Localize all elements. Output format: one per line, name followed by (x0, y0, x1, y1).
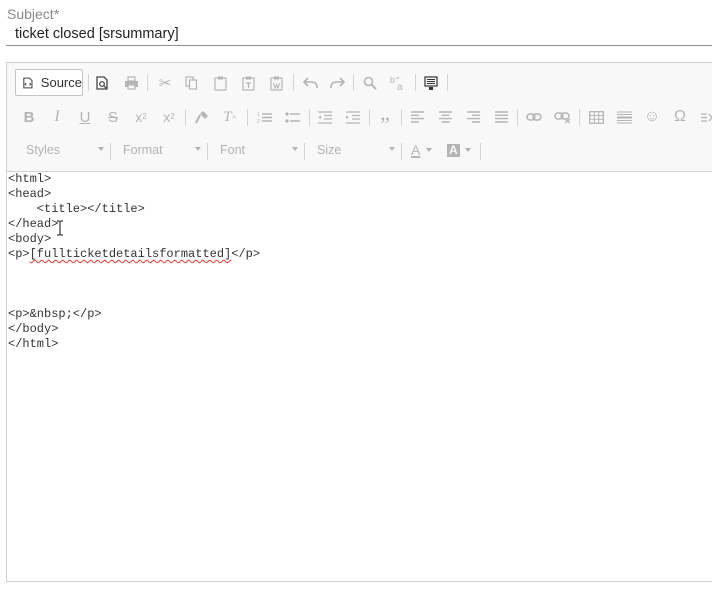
cut-icon[interactable]: ✂ (153, 72, 177, 94)
toolbar-separator (579, 109, 580, 126)
format-dropdown[interactable]: Format (123, 141, 201, 159)
svg-text:a: a (397, 82, 403, 91)
code-line: <p>&nbsp;</p> (8, 307, 102, 321)
redo-icon[interactable] (325, 72, 349, 94)
undo-icon[interactable] (298, 72, 322, 94)
toolbar-separator (207, 143, 208, 160)
numbered-list-icon[interactable]: 12 (252, 106, 276, 128)
toolbar-separator (447, 74, 448, 91)
code-token: </p> (231, 247, 261, 261)
placeholder-token: [fullticketdetailsformatted] (29, 247, 232, 261)
source-button-label: Source (40, 75, 82, 90)
chevron-down-icon (389, 147, 395, 151)
toolbar-separator (517, 109, 518, 126)
toolbar-separator (88, 74, 89, 91)
justify-icon[interactable] (489, 106, 513, 128)
font-dropdown-label: Font (220, 143, 246, 157)
text-color-button[interactable]: A (411, 139, 441, 161)
chevron-down-icon (98, 147, 104, 151)
underline-icon[interactable]: U (73, 106, 97, 128)
copy-format-icon[interactable] (190, 106, 214, 128)
blockquote-icon[interactable]: ” (373, 106, 397, 136)
code-line: <head> (8, 187, 52, 201)
source-code-area[interactable]: <html> <head> <title></title> </head> <b… (8, 172, 708, 578)
toolbar-separator (401, 109, 402, 126)
svg-text:1: 1 (257, 112, 260, 118)
subscript-icon[interactable]: x2 (129, 106, 153, 128)
toolbar-separator (110, 143, 111, 160)
align-right-icon[interactable] (461, 106, 485, 128)
bulleted-list-icon[interactable] (280, 106, 304, 128)
code-line: </head> (8, 217, 59, 231)
replace-icon[interactable]: ba (386, 72, 410, 94)
svg-text:b: b (390, 75, 395, 85)
chevron-down-icon (292, 147, 298, 151)
toolbar-separator (401, 143, 402, 160)
styles-dropdown[interactable]: Styles (26, 141, 104, 159)
print-icon[interactable] (119, 72, 143, 94)
background-color-icon: A (447, 142, 460, 157)
code-line-placeholder: <p>[fullticketdetailsformatted]</p> (8, 247, 260, 262)
code-line: <html> (8, 172, 52, 186)
rich-text-editor: Source ✂ b a B I U S x 2 x 2 T × 1 2 ” ☺… (6, 62, 712, 582)
text-color-icon: A (411, 142, 421, 158)
code-line: <title></title> (8, 202, 145, 216)
toolbar-separator (480, 143, 481, 160)
toolbar-separator (369, 109, 370, 126)
size-dropdown-label: Size (317, 143, 342, 157)
paste-icon[interactable] (208, 72, 232, 94)
code-line: </body> (8, 322, 59, 336)
source-button[interactable]: Source (15, 69, 83, 96)
copy-icon[interactable] (179, 72, 203, 94)
special-char-icon[interactable]: Ω (668, 106, 692, 128)
remove-format-icon[interactable]: T × (218, 106, 242, 128)
align-left-icon[interactable] (405, 106, 429, 128)
toolbar-separator (309, 109, 310, 126)
align-center-icon[interactable] (433, 106, 457, 128)
code-line: </html> (8, 337, 59, 351)
link-icon[interactable] (522, 106, 546, 128)
smiley-icon[interactable]: ☺ (640, 106, 664, 128)
show-blocks-icon[interactable] (419, 72, 443, 94)
styles-dropdown-label: Styles (26, 143, 61, 157)
source-icon (23, 77, 33, 88)
superscript-icon[interactable]: x2 (157, 106, 181, 128)
background-color-button[interactable]: A (447, 139, 477, 161)
toolbar-separator (293, 74, 294, 91)
format-dropdown-label: Format (123, 143, 163, 157)
paste-word-icon[interactable] (264, 72, 288, 94)
code-token: <p> (8, 247, 30, 261)
increase-indent-icon[interactable] (340, 106, 364, 128)
decrease-indent-icon[interactable] (312, 106, 336, 128)
bold-icon[interactable]: B (17, 106, 41, 128)
unlink-icon[interactable] (550, 106, 574, 128)
subject-input[interactable] (6, 22, 712, 46)
strikethrough-icon[interactable]: S (101, 106, 125, 128)
toolbar-separator (415, 74, 416, 91)
italic-icon[interactable]: I (45, 106, 69, 128)
text-cursor-icon (57, 220, 63, 236)
toolbar-separator (185, 109, 186, 126)
code-line: <body> (8, 232, 52, 246)
toolbar-separator (353, 74, 354, 91)
paste-text-icon[interactable] (236, 72, 260, 94)
svg-text:2: 2 (257, 119, 260, 124)
size-dropdown[interactable]: Size (317, 141, 395, 159)
page-break-icon[interactable] (696, 106, 712, 128)
toolbar-separator (304, 143, 305, 160)
chevron-down-icon (464, 148, 471, 152)
subject-label: Subject* (7, 6, 60, 22)
preview-icon[interactable] (91, 72, 115, 94)
table-icon[interactable] (584, 106, 608, 128)
find-icon[interactable] (358, 72, 382, 94)
font-dropdown[interactable]: Font (220, 141, 298, 159)
chevron-down-icon (426, 148, 433, 152)
toolbar-separator (247, 109, 248, 126)
chevron-down-icon (195, 147, 201, 151)
editor-toolbar: Source ✂ b a B I U S x 2 x 2 T × 1 2 ” ☺… (7, 63, 712, 172)
horizontal-line-icon[interactable] (612, 106, 636, 128)
toolbar-separator (147, 74, 148, 91)
